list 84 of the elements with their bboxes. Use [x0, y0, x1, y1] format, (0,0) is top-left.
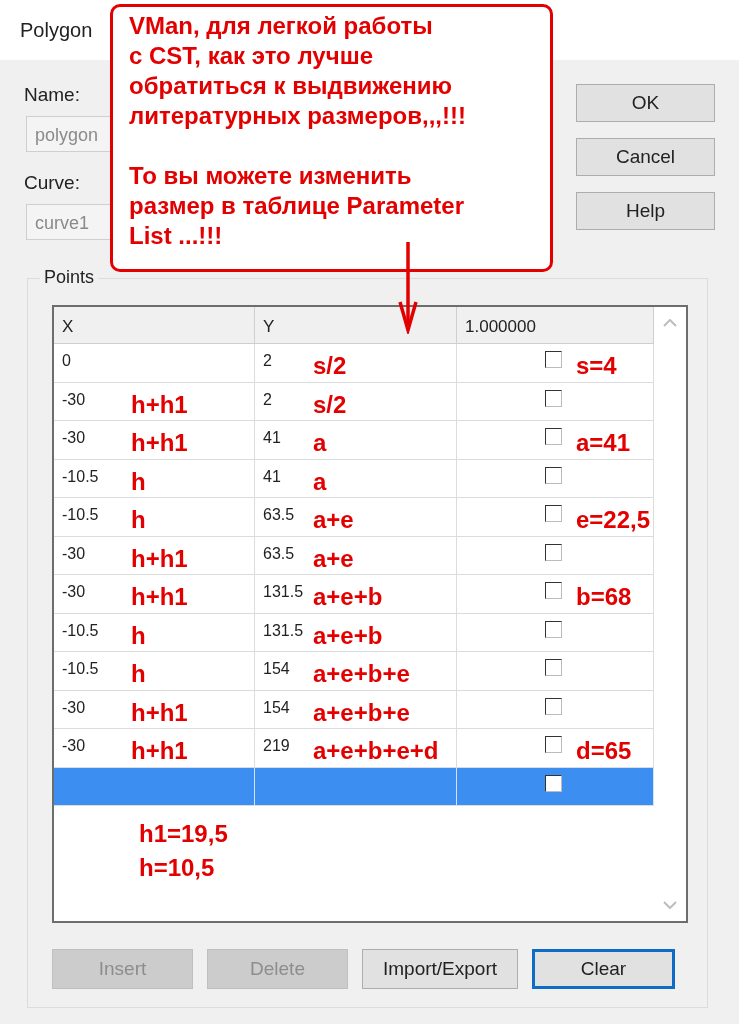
table-row[interactable]: -30 h+h1 219 a+e+b+e+d d=65 — [54, 729, 654, 768]
x-value: -30 — [61, 697, 87, 717]
checkbox[interactable] — [545, 389, 562, 407]
annotation-note: h+h1 — [131, 697, 188, 727]
annotation-note: a+e — [313, 543, 354, 573]
y-value: 131.5 — [262, 620, 305, 640]
annotation-note: e=22,5 — [576, 505, 651, 534]
annotation-note: a+e+b+e — [313, 659, 410, 688]
annotation-note: a+e+b — [313, 620, 383, 650]
table-row[interactable]: -30 h+h1 41 a a=41 — [54, 421, 654, 460]
table-row[interactable]: -10.5 h 154 a+e+b+e — [54, 652, 654, 691]
annotation-note: a+e+b+e — [313, 697, 410, 727]
annotation-note: a — [313, 466, 327, 496]
checkbox[interactable] — [545, 659, 562, 676]
annotation-note: h — [131, 466, 146, 496]
annotation-note: a+e — [313, 505, 354, 534]
checkbox[interactable] — [545, 774, 562, 792]
annotation-note: b=68 — [576, 582, 632, 611]
y-value: 154 — [262, 697, 291, 717]
x-value: -10.5 — [61, 620, 100, 640]
annotation-note: h+h1 — [131, 389, 188, 419]
checkbox[interactable] — [545, 351, 562, 368]
annotation-note: h — [131, 620, 146, 650]
annotation-note: h+h1 — [131, 582, 188, 611]
annotation-note: h+h1 — [131, 736, 188, 765]
x-value: -30 — [61, 389, 87, 409]
dialog-button[interactable]: OK — [576, 84, 715, 122]
x-value: -30 — [61, 736, 87, 755]
column-header[interactable]: 1.000000 — [457, 307, 654, 343]
annotation-note: s=4 — [576, 351, 617, 380]
annotation-text: То вы можете изменить размер в таблице Parameter List ...!!! — [129, 161, 465, 251]
table-row[interactable]: -30 h+h1 63.5 a+e — [54, 536, 654, 575]
dialog-button[interactable]: Help — [576, 192, 715, 230]
table-row[interactable]: -10.5 h 41 a — [54, 459, 654, 498]
y-value: 63.5 — [262, 543, 296, 563]
annotation-note: h+h1 — [131, 543, 188, 573]
column-header[interactable]: X — [54, 307, 255, 343]
y-value: 2 — [262, 351, 273, 370]
table-row[interactable]: 0 2 s/2 s=4 — [54, 344, 654, 383]
y-value: 63.5 — [262, 505, 296, 524]
checkbox[interactable] — [545, 466, 562, 484]
x-value: -30 — [61, 428, 87, 447]
field-label: Curve: — [24, 172, 81, 194]
annotation-note: a — [313, 428, 327, 457]
dialog-button[interactable]: Cancel — [576, 138, 715, 176]
field-label: Name: — [24, 84, 81, 106]
table-button[interactable]: Clear — [532, 949, 675, 989]
table-row[interactable]: -10.5 h 63.5 a+e e=22,5 — [54, 498, 654, 537]
x-value: -10.5 — [61, 659, 100, 678]
x-value: 0 — [61, 351, 72, 370]
checkbox[interactable] — [545, 620, 562, 638]
table-row[interactable]: -30 h+h1 131.5 a+e+b b=68 — [54, 575, 654, 614]
y-value: 41 — [262, 466, 282, 486]
annotation-note: h+h1 — [131, 428, 188, 457]
table-row[interactable]: -10.5 h 131.5 a+e+b — [54, 613, 654, 652]
annotation-note: a=41 — [576, 428, 631, 457]
annotation-note: a+e+b+e+d — [313, 736, 439, 765]
annotation-note: s/2 — [313, 389, 347, 419]
annotation-note: h — [131, 505, 146, 534]
annotation-note: a+e+b — [313, 582, 383, 611]
x-value: -10.5 — [61, 466, 100, 486]
table-row[interactable]: -30 h+h1 154 a+e+b+e — [54, 690, 654, 729]
y-value: 219 — [262, 736, 291, 755]
checkbox[interactable] — [545, 505, 562, 522]
table-button[interactable]: Import/Export — [362, 949, 518, 989]
checkbox[interactable] — [545, 543, 562, 561]
annotation-note: h1=19,5 — [139, 820, 229, 848]
table-row[interactable]: -30 h+h1 2 s/2 — [54, 382, 654, 421]
checkbox[interactable] — [545, 736, 562, 753]
annotation-note: d=65 — [576, 736, 632, 765]
checkbox[interactable] — [545, 428, 562, 445]
y-value: 131.5 — [262, 582, 305, 601]
annotation-note: h — [131, 659, 146, 688]
column-header[interactable]: Y — [255, 307, 457, 343]
x-value: -30 — [61, 543, 87, 563]
annotation-note: h=10,5 — [139, 854, 216, 882]
x-value: -10.5 — [61, 505, 100, 524]
x-value: -30 — [61, 582, 87, 601]
y-value: 2 — [262, 389, 273, 409]
y-value: 154 — [262, 659, 291, 678]
checkbox[interactable] — [545, 697, 562, 715]
y-value: 41 — [262, 428, 282, 447]
annotation-note: s/2 — [313, 351, 347, 380]
checkbox[interactable] — [545, 582, 562, 599]
